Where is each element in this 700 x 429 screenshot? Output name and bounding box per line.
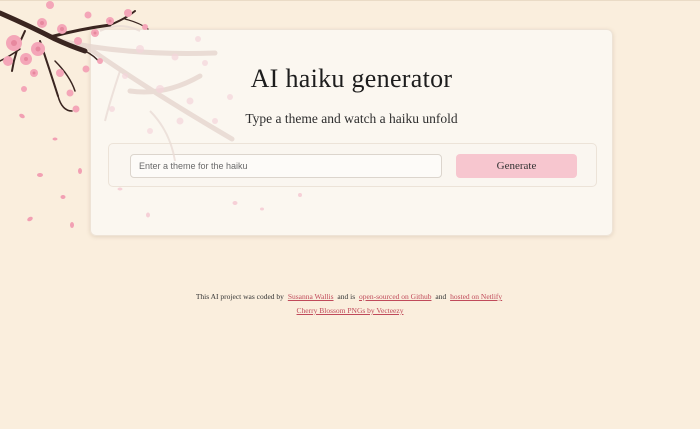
theme-input[interactable]: [130, 154, 442, 178]
petals-icon: [117, 187, 302, 218]
footer-line-1: This AI project was coded by Susanna Wal…: [0, 290, 700, 304]
page-subtitle: Type a theme and watch a haiku unfold: [245, 111, 458, 126]
netlify-link[interactable]: hosted on Netlify: [450, 292, 502, 301]
footer-text-2: and is: [337, 292, 356, 301]
page: AI haiku generator Type a theme and watc…: [0, 0, 700, 429]
footer: This AI project was coded by Susanna Wal…: [0, 290, 700, 318]
page-title: AI haiku generator: [250, 64, 453, 93]
generate-button[interactable]: Generate: [456, 154, 577, 178]
credit-link[interactable]: Cherry Blossom PNGs by Vecteezy: [297, 306, 404, 315]
footer-line-2: Cherry Blossom PNGs by Vecteezy: [0, 304, 700, 318]
author-link[interactable]: Susanna Wallis: [288, 292, 334, 301]
footer-text-1: This AI project was coded by: [195, 292, 284, 301]
github-link[interactable]: open-sourced on Github: [359, 292, 431, 301]
footer-text-3: and: [435, 292, 447, 301]
